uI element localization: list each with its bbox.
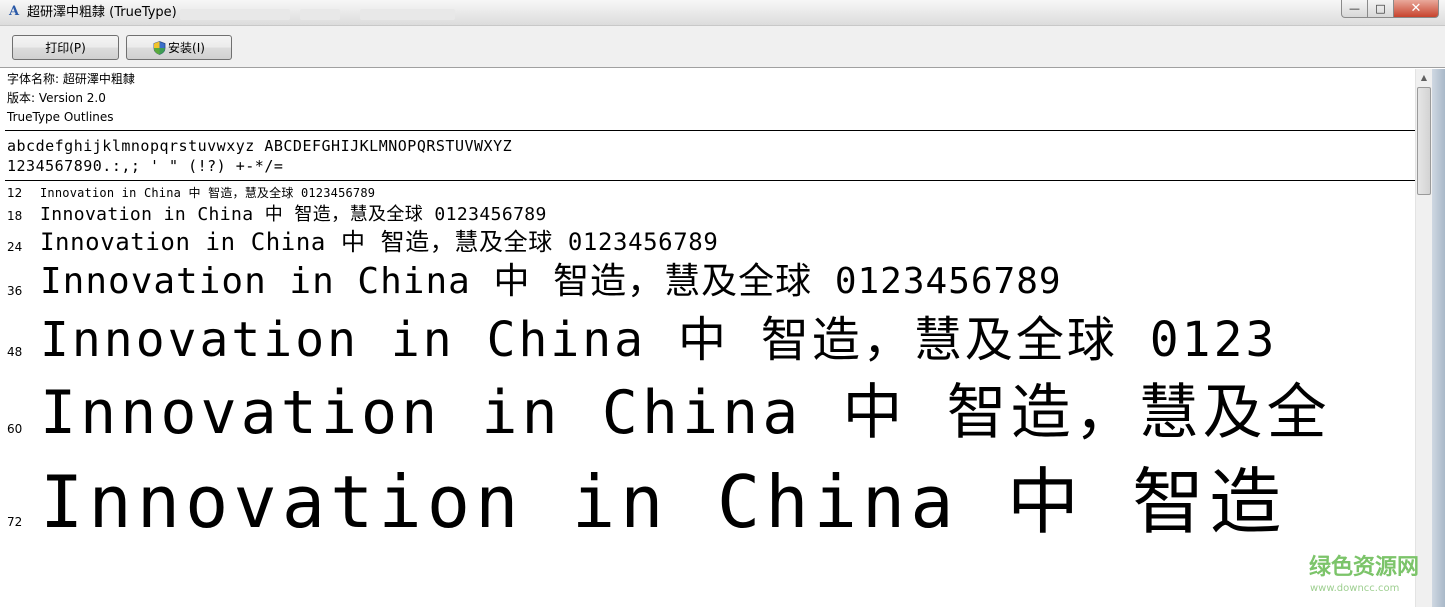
install-button[interactable]: 安装(I): [126, 35, 232, 60]
sample-size-label: 48: [7, 345, 23, 359]
sample-text-18: Innovation in China 中 智造，慧及全球 0123456789: [40, 204, 547, 225]
sample-size-label: 72: [7, 515, 23, 529]
background-blur: [180, 9, 290, 20]
font-preview-content: 字体名称: 超研澤中粗隸 版本: Version 2.0 TrueType Ou…: [0, 69, 1415, 607]
sample-text-36: Innovation in China 中 智造，慧及全球 0123456789: [40, 261, 1062, 302]
divider: [5, 130, 1415, 131]
sample-text-72: Innovation in China 中 智造: [40, 460, 1287, 544]
watermark-url: www.downcc.com: [1310, 583, 1400, 594]
vertical-scrollbar[interactable]: ▲: [1415, 69, 1432, 607]
sample-text-60: Innovation in China 中 智造，慧及全: [40, 378, 1331, 448]
maximize-button[interactable]: □: [1368, 0, 1394, 18]
font-viewer-icon: A: [8, 4, 20, 19]
sample-size-label: 12: [7, 186, 23, 200]
minimize-icon: —: [1349, 2, 1360, 15]
font-preview-window: A 超研澤中粗隸 (TrueType) — □ ✕ 打印(P) 安装(I) 字体…: [0, 0, 1445, 607]
font-name-text: 字体名称: 超研澤中粗隸: [7, 72, 135, 86]
toolbar: 打印(P) 安装(I): [0, 26, 1445, 68]
background-blur: [300, 9, 340, 20]
sample-size-label: 60: [7, 422, 23, 436]
window-controls: — □ ✕: [1341, 0, 1439, 20]
shield-icon: [153, 40, 166, 55]
minimize-button[interactable]: —: [1341, 0, 1368, 18]
sample-size-label: 24: [7, 240, 23, 254]
sample-text-24: Innovation in China 中 智造，慧及全球 0123456789: [40, 228, 719, 256]
watermark-logo: 绿色资源网: [1309, 555, 1420, 580]
sample-text-12: Innovation in China 中 智造，慧及全球 0123456789: [40, 186, 376, 200]
install-button-label: 安装(I): [168, 41, 205, 55]
print-button-label: 打印(P): [45, 41, 86, 55]
scroll-thumb[interactable]: [1417, 87, 1431, 195]
sample-size-label: 18: [7, 209, 23, 223]
font-version-text: 版本: Version 2.0: [7, 91, 106, 105]
sample-size-label: 36: [7, 284, 23, 298]
window-title: 超研澤中粗隸 (TrueType): [27, 5, 177, 20]
title-bar[interactable]: A 超研澤中粗隸 (TrueType) — □ ✕: [0, 0, 1445, 26]
print-button[interactable]: 打印(P): [12, 35, 119, 60]
divider: [5, 180, 1415, 181]
window-frame-edge: [1432, 69, 1445, 607]
sample-text-48: Innovation in China 中 智造，慧及全球 0123: [40, 312, 1278, 368]
background-blur: [360, 9, 455, 20]
font-outline-type: TrueType Outlines: [7, 110, 114, 124]
charset-letters: abcdefghijklmnopqrstuvwxyz ABCDEFGHIJKLM…: [7, 137, 513, 155]
charset-digits-symbols: 1234567890.:,; ' " (!?) +-*/=: [7, 157, 284, 175]
close-icon: ✕: [1410, 1, 1422, 16]
maximize-icon: □: [1375, 2, 1386, 15]
close-button[interactable]: ✕: [1394, 0, 1439, 18]
scroll-up-icon[interactable]: ▲: [1416, 69, 1432, 86]
